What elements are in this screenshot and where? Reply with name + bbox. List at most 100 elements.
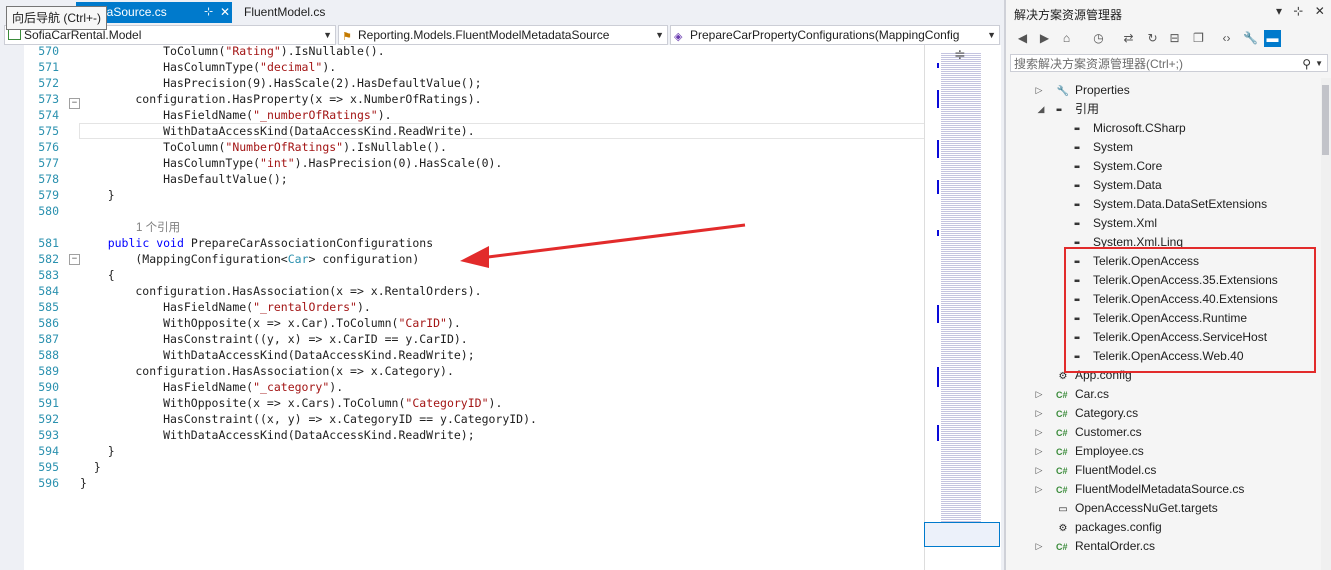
code-line: configuration.HasAssociation(x => x.Rent… [80, 283, 481, 299]
line-number: 583 [38, 268, 59, 282]
code-token: public [107, 236, 150, 250]
code-line: } [80, 187, 115, 203]
collapse-icon[interactable]: − [69, 254, 80, 265]
tree-item[interactable]: ▪▪ System.Core [1074, 157, 1162, 176]
tree-expander-icon[interactable]: ▷ [1034, 461, 1044, 480]
reference-icon: ▪▪ [1074, 200, 1080, 211]
tree-item-label: RentalOrder.cs [1075, 539, 1156, 553]
pin-icon[interactable]: ⊹ [204, 2, 213, 23]
tree-item-label: packages.config [1075, 520, 1162, 534]
collapse-all-icon[interactable]: ⊟ [1166, 30, 1183, 47]
tree-item-label: Customer.cs [1075, 425, 1142, 439]
tree-item-label: System.Xml [1093, 216, 1158, 230]
line-number: 578 [38, 172, 59, 186]
tree-expander-icon[interactable]: ▷ [1034, 537, 1044, 556]
close-icon[interactable]: ✕ [1315, 4, 1325, 18]
tree-expander-icon[interactable]: ▷ [1034, 442, 1044, 461]
code-line: HasDefaultValue(); [80, 171, 288, 187]
member-dropdown[interactable]: ◈ PrepareCarPropertyConfigurations(Mappin… [670, 25, 1000, 45]
code-token: HasFieldName( [80, 108, 254, 122]
tree-expander-icon[interactable]: ◢ [1036, 100, 1046, 119]
tree-expander-icon[interactable]: ▷ [1034, 385, 1044, 404]
code-token: "CategoryID" [405, 396, 489, 410]
csharp-file-icon: C# [1056, 466, 1068, 476]
panel-toolbar: ◀ ▶ ⌂ ◷ ⇄ ↻ ⊟ ❐ ‹› 🔧 ▬ [1006, 26, 1331, 52]
line-number: 586 [38, 316, 59, 330]
line-number: 594 [38, 444, 59, 458]
code-token: ).HasPrecision(0).HasScale(0). [294, 156, 503, 170]
tree-item-label: Properties [1075, 83, 1130, 97]
chevron-down-icon[interactable]: ▼ [987, 26, 996, 44]
document-tab-strip: dataSource.cs ⊹ ✕ FluentModel.cs [0, 0, 1004, 25]
code-token: > configuration) [308, 252, 420, 266]
chevron-down-icon[interactable]: ▼ [655, 26, 664, 44]
tree-item[interactable]: ▷ C# RentalOrder.cs [1036, 537, 1156, 556]
csharp-file-icon: C# [1056, 542, 1068, 552]
code-token: HasFieldName( [80, 300, 254, 314]
panel-title-buttons: ▾ ⊹ ✕ [1276, 4, 1325, 18]
class-icon: ⚑ [342, 31, 352, 43]
search-icon[interactable]: ⚲ [1302, 55, 1311, 73]
tree-scrollbar-thumb[interactable] [1322, 85, 1329, 155]
collapse-icon[interactable]: − [69, 98, 80, 109]
config-file-icon: ⚙ [1058, 523, 1068, 534]
forward-arrow-icon[interactable]: ▶ [1036, 30, 1053, 47]
code-token: HasColumnType( [80, 156, 261, 170]
line-number: 584 [38, 284, 59, 298]
history-icon[interactable]: ◷ [1090, 30, 1107, 47]
line-number: 582 [38, 252, 59, 266]
tab-fluent-model[interactable]: FluentModel.cs [236, 2, 333, 23]
tree-item[interactable]: ▷ C# Category.cs [1036, 404, 1139, 423]
refresh-icon[interactable]: ↻ [1144, 30, 1161, 47]
reference-count-lens[interactable]: 1 个引用 [80, 219, 180, 235]
line-number: 570 [38, 44, 59, 58]
tree-item[interactable]: ▭ OpenAccessNuGet.targets [1056, 499, 1217, 518]
close-icon[interactable]: ✕ [220, 2, 230, 23]
tree-item[interactable]: ▪▪ System.Data.DataSetExtensions [1074, 195, 1267, 214]
tree-item[interactable]: ▪▪ System.Xml [1074, 214, 1157, 233]
chevron-down-icon[interactable]: ▼ [1315, 55, 1323, 73]
properties-wrench-icon[interactable]: 🔧 [1242, 30, 1259, 47]
code-token: PrepareCarAssociationConfigurations [183, 236, 434, 250]
class-dropdown[interactable]: ⚑ Reporting.Models.FluentModelMetadataSou… [338, 25, 668, 45]
scrollbar-thumb[interactable] [924, 522, 1000, 547]
show-all-files-icon[interactable]: ❐ [1190, 30, 1207, 47]
tree-item[interactable]: ▷ C# Employee.cs [1036, 442, 1144, 461]
tree-item-label: Category.cs [1075, 406, 1139, 420]
tree-expander-icon[interactable]: ▷ [1034, 404, 1044, 423]
tree-expander-icon[interactable]: ▷ [1034, 81, 1044, 100]
tree-item[interactable]: ⚙ packages.config [1056, 518, 1162, 537]
tree-item[interactable]: ▪▪ System [1074, 138, 1133, 157]
tree-expander-icon[interactable]: ▷ [1034, 480, 1044, 499]
code-token: configuration.HasAssociation(x => x.Cate… [80, 364, 454, 378]
code-token: ). [329, 380, 344, 394]
tree-item[interactable]: ◢ ▪▪ 引用 [1038, 100, 1099, 119]
scrollbar-minimap[interactable] [924, 45, 1001, 570]
code-line: (MappingConfiguration<Car> configuration… [80, 251, 419, 267]
code-token: HasConstraint((x, y) => x.CategoryID == … [80, 412, 537, 426]
line-number: 577 [38, 156, 59, 170]
line-number: 580 [38, 204, 59, 218]
tree-expander-icon[interactable]: ▷ [1034, 423, 1044, 442]
tree-item[interactable]: ▪▪ Microsoft.CSharp [1074, 119, 1186, 138]
pin-icon[interactable]: ⊹ [1293, 4, 1303, 18]
dropdown-icon[interactable]: ▾ [1276, 4, 1282, 18]
sync-icon[interactable]: ⇄ [1120, 30, 1137, 47]
tree-item[interactable]: ▷ C# Customer.cs [1036, 423, 1142, 442]
home-icon[interactable]: ⌂ [1058, 30, 1075, 47]
chevron-down-icon[interactable]: ▼ [323, 26, 332, 44]
tree-item[interactable]: ▪▪ System.Data [1074, 176, 1162, 195]
tree-item[interactable]: ▷ C# FluentModelMetadataSource.cs [1036, 480, 1245, 499]
line-number: 589 [38, 364, 59, 378]
split-editor-icon[interactable]: ≑ [954, 46, 966, 63]
code-line: } [80, 459, 101, 475]
tree-item[interactable]: ▷ C# Car.cs [1036, 385, 1109, 404]
back-arrow-icon[interactable]: ◀ [1014, 30, 1031, 47]
preview-toggle-icon[interactable]: ▬ [1264, 30, 1281, 47]
tree-item[interactable]: ▷ C# FluentModel.cs [1036, 461, 1157, 480]
view-code-icon[interactable]: ‹› [1218, 30, 1235, 47]
tree-item[interactable]: ▷ 🔧 Properties [1036, 81, 1130, 100]
solution-search-input[interactable]: 搜索解决方案资源管理器(Ctrl+;) ⚲ ▼ [1010, 54, 1328, 72]
